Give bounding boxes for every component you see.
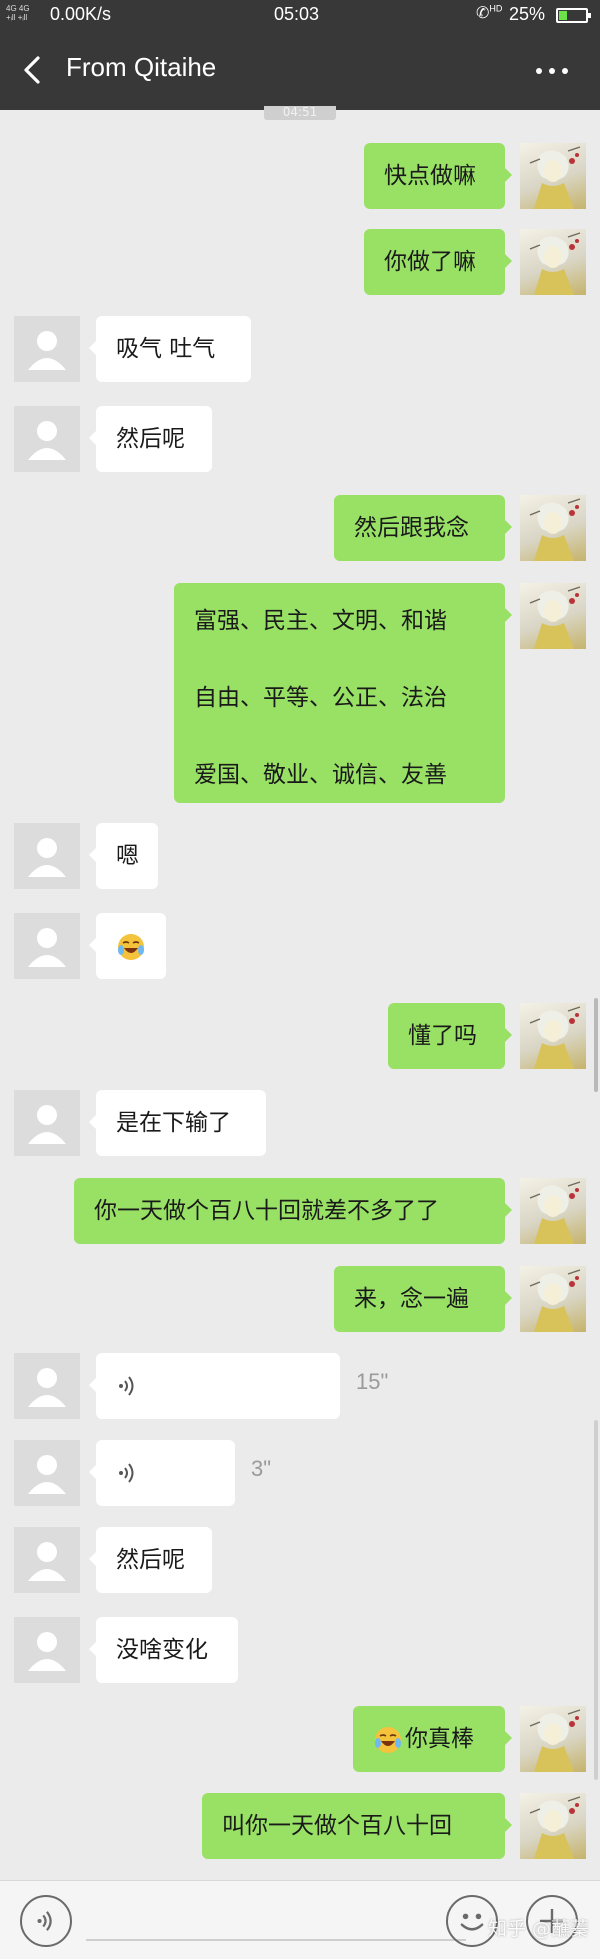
message-text: 然后跟我念 (354, 515, 469, 541)
sent-message: 快点做嘛 (0, 143, 600, 209)
my-avatar[interactable] (520, 495, 586, 561)
message-input[interactable] (86, 1939, 466, 1941)
received-message: 然后呢 (0, 406, 600, 472)
message-text: 是在下输了 (116, 1110, 231, 1136)
message-bubble[interactable]: 叫你一天做个百八十回 (202, 1793, 512, 1859)
more-options-icon[interactable] (530, 52, 574, 88)
contact-avatar[interactable] (14, 1090, 80, 1156)
received-message (0, 913, 600, 979)
watermark: 知乎 @蘸蓁 (488, 1918, 590, 1940)
received-message: 然后呢 (0, 1527, 600, 1593)
message-bubble[interactable] (89, 913, 166, 979)
message-text: 然后呢 (116, 426, 185, 452)
sent-message: 你做了嘛 (0, 229, 600, 295)
message-bubble[interactable]: 然后呢 (89, 1527, 212, 1593)
message-text: 懂了吗 (408, 1023, 477, 1049)
message-bubble[interactable]: 你一天做个百八十回就差不多了了 (74, 1178, 512, 1244)
received-message: 吸气 吐气 (0, 316, 600, 382)
received-message: 嗯 (0, 823, 600, 889)
voice-input-button[interactable] (20, 1895, 72, 1947)
message-bubble[interactable]: 快点做嘛 (364, 143, 512, 209)
my-avatar[interactable] (520, 229, 586, 295)
message-bubble[interactable]: 是在下输了 (89, 1090, 266, 1156)
timestamp: 04:51 (264, 106, 336, 120)
contact-avatar[interactable] (14, 913, 80, 979)
chat-title: From Qitaihe (66, 52, 217, 82)
back-arrow-icon[interactable] (18, 50, 46, 90)
message-line: 富强、民主、文明、和谐 (194, 608, 447, 634)
my-avatar[interactable] (520, 583, 586, 649)
message-bubble[interactable]: 你真棒 (353, 1706, 512, 1772)
message-bubble[interactable]: 然后呢 (89, 406, 212, 472)
laugh-cry-emoji (375, 1726, 401, 1753)
voice-message-bubble[interactable] (89, 1353, 340, 1419)
contact-avatar[interactable] (14, 1440, 80, 1506)
battery-icon (556, 8, 591, 23)
message-bubble[interactable]: 没啥变化 (89, 1617, 238, 1683)
message-text: 你一天做个百八十回就差不多了了 (94, 1198, 439, 1224)
scrollbar[interactable] (594, 998, 598, 1092)
received-message: 是在下输了 (0, 1090, 600, 1156)
received-message: 15" (0, 1353, 600, 1419)
voice-wave-icon (119, 1376, 134, 1396)
hd-call-icon: ✆HD (476, 3, 503, 22)
contact-avatar[interactable] (14, 1353, 80, 1419)
signal-indicator: 4G 4G +ᵢll +ᵢll (6, 4, 30, 22)
message-text: 你做了嘛 (384, 249, 476, 275)
message-bubble[interactable]: 来，念一遍 (334, 1266, 512, 1332)
message-bubble[interactable]: 你做了嘛 (364, 229, 512, 295)
voice-message-bubble[interactable] (89, 1440, 235, 1506)
message-bubble[interactable]: 吸气 吐气 (89, 316, 251, 382)
received-message: 没啥变化 (0, 1617, 600, 1683)
voice-duration: 3" (251, 1456, 272, 1481)
sent-message: 懂了吗 (0, 1003, 600, 1069)
contact-avatar[interactable] (14, 1527, 80, 1593)
message-line: 爱国、敬业、诚信、友善 (194, 762, 447, 788)
battery-percent: 25% (509, 4, 546, 24)
message-text: 叫你一天做个百八十回 (222, 1813, 452, 1839)
sent-message: 然后跟我念 (0, 495, 600, 561)
message-text: 没啥变化 (116, 1637, 208, 1663)
chat-header: From Qitaihe (0, 30, 600, 110)
voice-wave-icon (119, 1463, 134, 1483)
message-text: 你真棒 (405, 1726, 474, 1752)
network-speed: 0.00K/s (50, 4, 112, 24)
received-message: 3" (0, 1440, 600, 1506)
message-line: 自由、平等、公正、法治 (194, 685, 447, 711)
my-avatar[interactable] (520, 1178, 586, 1244)
contact-avatar[interactable] (14, 1617, 80, 1683)
clock: 05:03 (274, 4, 320, 24)
message-text: 来，念一遍 (354, 1286, 469, 1312)
sent-message: 你一天做个百八十回就差不多了了 (0, 1178, 600, 1244)
voice-duration: 15" (356, 1369, 389, 1394)
message-text: 嗯 (116, 843, 139, 869)
scrollbar-track (594, 1420, 598, 1780)
sent-message: 来，念一遍 (0, 1266, 600, 1332)
sent-message: 你真棒 (0, 1706, 600, 1772)
my-avatar[interactable] (520, 1793, 586, 1859)
my-avatar[interactable] (520, 1003, 586, 1069)
sent-message: 富强、民主、文明、和谐 自由、平等、公正、法治 爱国、敬业、诚信、友善 (0, 583, 600, 803)
my-avatar[interactable] (520, 1706, 586, 1772)
contact-avatar[interactable] (14, 406, 80, 472)
message-bubble[interactable]: 懂了吗 (388, 1003, 512, 1069)
status-bar: 4G 4G +ᵢll +ᵢll 0.00K/s 05:03 ✆HD 25% (0, 0, 600, 30)
contact-avatar[interactable] (14, 316, 80, 382)
contact-avatar[interactable] (14, 823, 80, 889)
my-avatar[interactable] (520, 143, 586, 209)
message-text: 快点做嘛 (384, 163, 476, 189)
sent-message: 叫你一天做个百八十回 (0, 1793, 600, 1859)
message-text: 然后呢 (116, 1547, 185, 1573)
laugh-cry-emoji (118, 933, 144, 960)
my-avatar[interactable] (520, 1266, 586, 1332)
message-bubble[interactable]: 嗯 (89, 823, 158, 889)
message-text: 吸气 吐气 (116, 336, 216, 362)
message-bubble[interactable]: 然后跟我念 (334, 495, 512, 561)
message-bubble[interactable]: 富强、民主、文明、和谐 自由、平等、公正、法治 爱国、敬业、诚信、友善 (174, 583, 512, 803)
